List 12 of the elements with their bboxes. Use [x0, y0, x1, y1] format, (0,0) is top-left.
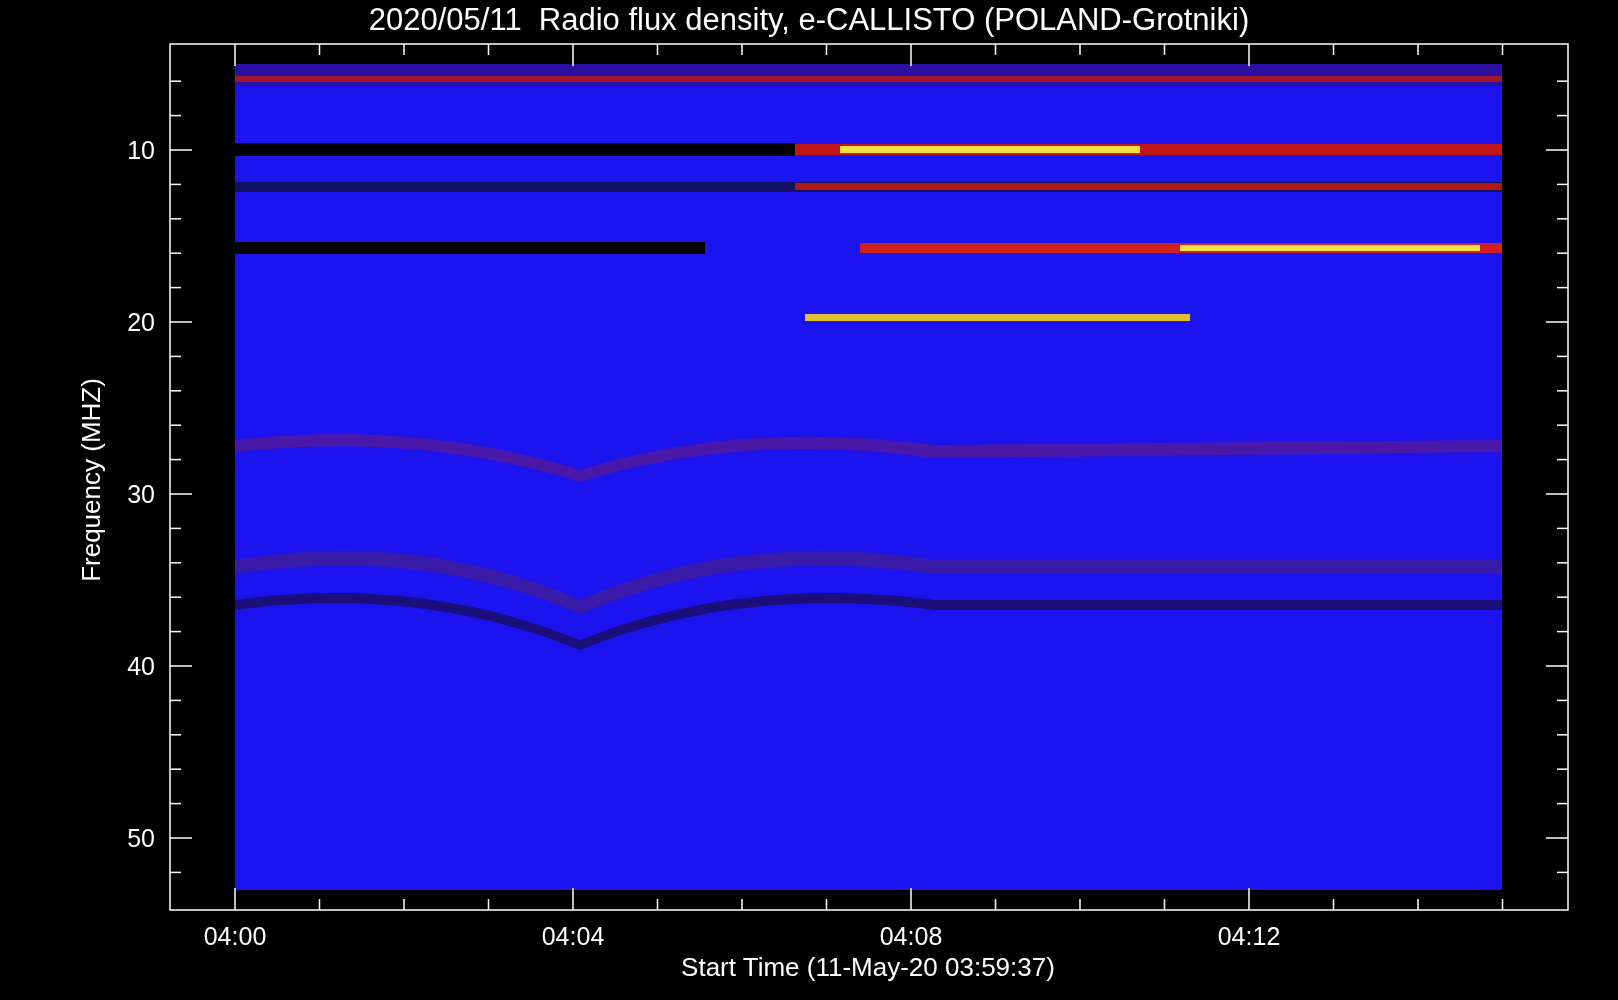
axis-title: Start Time (11-May-20 03:59:37) [681, 952, 1055, 982]
tick-label: 20 [127, 308, 155, 336]
tick-label: 40 [127, 652, 155, 680]
tick-label: 04:08 [879, 922, 943, 950]
tick-label: 04:00 [203, 922, 267, 950]
tick-label: 04:04 [541, 922, 605, 950]
axis-title: Frequency (MHZ) [76, 378, 106, 582]
chart-title: 2020/05/11 Radio flux density, e-CALLISTO (POLAND-Grotniki) [368, 2, 1250, 37]
tick-label: 50 [127, 824, 155, 852]
tick-label: 04:12 [1217, 922, 1281, 950]
tick-label: 10 [127, 136, 155, 164]
tick-label: 30 [127, 480, 155, 508]
